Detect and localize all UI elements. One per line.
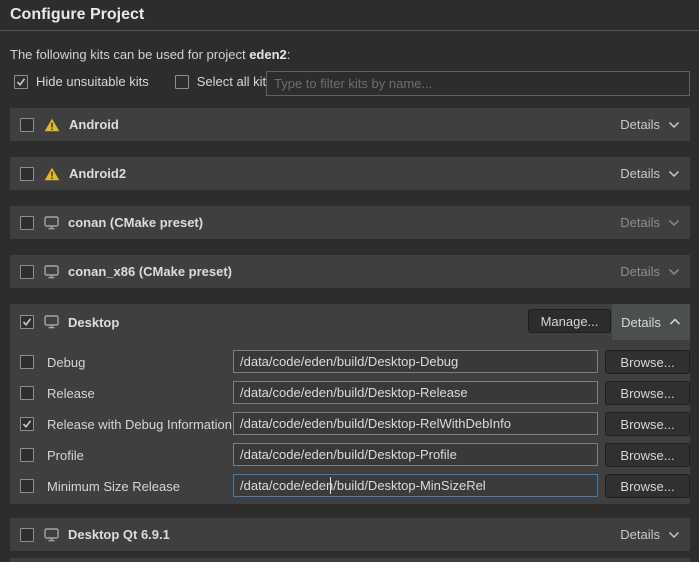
build-path-input[interactable] (233, 443, 598, 466)
kit-row-android2: Android2 Details (10, 157, 690, 190)
chevron-down-icon (668, 268, 680, 276)
browse-button[interactable]: Browse... (605, 350, 690, 374)
page-title: Configure Project (10, 6, 144, 24)
kit-row-android: Android Details (10, 108, 690, 141)
kit-row-conan-x86: conan_x86 (CMake preset) Details (10, 255, 690, 288)
kit-checkbox[interactable] (20, 265, 34, 279)
kit-name: conan (CMake preset) (68, 215, 203, 230)
filter-bar: Hide unsuitable kits Select all kits (14, 74, 291, 89)
details-toggle[interactable]: Details (610, 108, 690, 141)
project-name: eden2 (249, 47, 287, 62)
select-all-checkbox[interactable] (175, 75, 189, 89)
details-toggle[interactable]: Details (610, 518, 690, 551)
build-path-wrap (233, 381, 598, 404)
kit-checkbox[interactable] (20, 118, 34, 132)
kit-row-conan: conan (CMake preset) Details (10, 206, 690, 239)
kit-name: conan_x86 (CMake preset) (68, 264, 232, 279)
kit-name: Desktop Qt 6.9.1 (68, 527, 170, 542)
config-checkbox[interactable] (20, 479, 34, 493)
build-path-input[interactable] (233, 412, 598, 435)
details-toggle[interactable]: Details (612, 304, 690, 340)
partial-next-row (10, 558, 690, 562)
build-path-wrap (233, 443, 598, 466)
intro-text: The following kits can be used for proje… (10, 47, 290, 62)
select-all-label: Select all kits (197, 74, 273, 89)
details-label: Details (620, 166, 660, 181)
intro-suffix: : (287, 47, 291, 62)
config-label: Minimum Size Release (47, 479, 180, 494)
hide-unsuitable-label: Hide unsuitable kits (36, 74, 149, 89)
config-checkbox[interactable] (20, 448, 34, 462)
kit-checkbox[interactable] (20, 216, 34, 230)
chevron-up-icon (669, 318, 681, 326)
desktop-icon (44, 216, 59, 230)
title-separator (0, 30, 699, 31)
desktop-icon (44, 528, 59, 542)
kit-name: Desktop (68, 315, 119, 330)
kit-checkbox[interactable] (20, 167, 34, 181)
browse-button[interactable]: Browse... (605, 443, 690, 467)
config-row-debug: Debug Browse... (10, 350, 690, 374)
build-path-input[interactable] (233, 381, 598, 404)
build-path-input[interactable] (233, 350, 598, 373)
config-label: Release with Debug Information (47, 417, 232, 432)
config-row-release: Release Browse... (10, 381, 690, 405)
kit-row-desktop-qt: Desktop Qt 6.9.1 Details (10, 518, 690, 551)
chevron-down-icon (668, 531, 680, 539)
details-toggle[interactable]: Details (610, 157, 690, 190)
config-label: Debug (47, 355, 85, 370)
build-path-input-focused[interactable] (233, 474, 598, 497)
browse-button[interactable]: Browse... (605, 474, 690, 498)
desktop-icon (44, 315, 59, 329)
config-checkbox[interactable] (20, 386, 34, 400)
config-row-relwithdebinfo: Release with Debug Information Browse... (10, 412, 690, 436)
details-toggle[interactable]: Details (610, 255, 690, 288)
chevron-down-icon (668, 170, 680, 178)
chevron-down-icon (668, 219, 680, 227)
kit-checkbox[interactable] (20, 315, 34, 329)
kit-checkbox[interactable] (20, 528, 34, 542)
check-icon (16, 77, 26, 87)
kit-name: Android2 (69, 166, 126, 181)
hide-unsuitable-checkbox[interactable] (14, 75, 28, 89)
warning-icon (44, 167, 60, 181)
check-icon (22, 317, 32, 327)
intro-prefix: The following kits can be used for proje… (10, 47, 249, 62)
warning-icon (44, 118, 60, 132)
config-checkbox[interactable] (20, 417, 34, 431)
build-path-wrap (233, 350, 598, 373)
text-cursor (330, 477, 331, 494)
details-label: Details (620, 215, 660, 230)
build-path-wrap (233, 412, 598, 435)
config-row-minsizerel: Minimum Size Release Browse... (10, 474, 690, 498)
details-toggle[interactable]: Details (610, 206, 690, 239)
details-label: Details (620, 527, 660, 542)
desktop-icon (44, 265, 59, 279)
chevron-down-icon (668, 121, 680, 129)
kit-section-desktop: Desktop Manage... Details Debug Browse..… (10, 304, 690, 504)
config-row-profile: Profile Browse... (10, 443, 690, 467)
config-label: Profile (47, 448, 84, 463)
details-label: Details (620, 117, 660, 132)
config-label: Release (47, 386, 95, 401)
build-path-wrap (233, 474, 598, 497)
check-icon (22, 419, 32, 429)
browse-button[interactable]: Browse... (605, 381, 690, 405)
details-label: Details (621, 315, 661, 330)
config-checkbox[interactable] (20, 355, 34, 369)
kit-filter-input[interactable] (266, 71, 690, 96)
browse-button[interactable]: Browse... (605, 412, 690, 436)
manage-button[interactable]: Manage... (528, 309, 611, 333)
details-label: Details (620, 264, 660, 279)
kit-name: Android (69, 117, 119, 132)
